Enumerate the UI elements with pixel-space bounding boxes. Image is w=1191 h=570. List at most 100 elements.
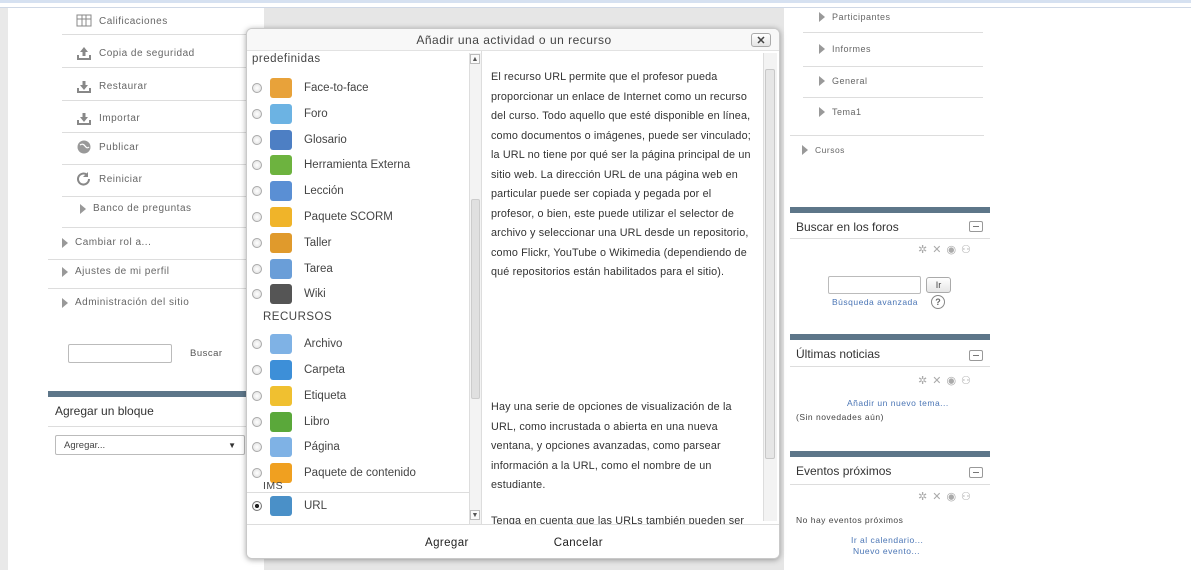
- nav-item-publicar[interactable]: Publicar: [76, 140, 139, 154]
- eye-icon[interactable]: ◉: [946, 244, 961, 256]
- cancel-button[interactable]: Cancelar: [544, 533, 613, 553]
- option-label: Herramienta Externa: [304, 159, 411, 172]
- calendar-link[interactable]: Ir al calendario...: [851, 535, 923, 545]
- activity-option[interactable]: URL: [247, 492, 481, 518]
- radio-button[interactable]: [252, 83, 262, 93]
- radio-button[interactable]: [252, 365, 262, 375]
- nav-item-tema1[interactable]: Tema1: [819, 107, 862, 117]
- radio-button[interactable]: [252, 186, 262, 197]
- activity-option[interactable]: Lección: [247, 178, 481, 204]
- divider: [62, 196, 262, 197]
- wiki-icon: [270, 284, 292, 305]
- advanced-search-link[interactable]: Búsqueda avanzada: [832, 297, 918, 307]
- add-block-select[interactable]: Agregar... ▼: [55, 435, 245, 455]
- radio-button[interactable]: [252, 500, 262, 511]
- grades-icon: [76, 14, 92, 28]
- search-button[interactable]: Buscar: [190, 348, 223, 359]
- help-icon[interactable]: ?: [931, 295, 945, 309]
- activity-option[interactable]: Taller: [247, 230, 481, 256]
- nav-section-administracion[interactable]: Administración del sitio: [62, 297, 189, 308]
- block-actions[interactable]: ✲✕◉⚇: [918, 374, 976, 387]
- activity-option[interactable]: Etiqueta: [247, 383, 481, 409]
- radio-button[interactable]: [252, 160, 262, 171]
- divider: [790, 484, 990, 485]
- collapse-button[interactable]: [969, 350, 983, 361]
- gear-icon[interactable]: ✲: [918, 375, 932, 387]
- nav-label: Participantes: [832, 12, 891, 22]
- delete-icon[interactable]: ✕: [932, 375, 946, 387]
- nav-item-banco-preguntas[interactable]: Banco de preguntas: [80, 203, 192, 214]
- gear-icon[interactable]: ✲: [918, 244, 932, 256]
- divider: [62, 34, 262, 35]
- activity-option[interactable]: Wiki: [247, 281, 481, 307]
- activity-option[interactable]: Herramienta Externa: [247, 152, 481, 178]
- nav-item-general[interactable]: General: [819, 76, 868, 86]
- radio-button[interactable]: [252, 237, 262, 248]
- forum-search-go-button[interactable]: Ir: [926, 277, 951, 293]
- collapse-button[interactable]: [969, 467, 983, 478]
- forum-search-input[interactable]: [828, 276, 921, 294]
- radio-button[interactable]: [252, 442, 262, 453]
- divider: [803, 97, 983, 98]
- activity-option[interactable]: Paquete SCORM: [247, 204, 481, 230]
- expand-icon: [819, 12, 825, 22]
- gear-icon[interactable]: ✲: [918, 491, 932, 503]
- add-button[interactable]: Agregar: [415, 533, 479, 553]
- description-scrollbar-thumb[interactable]: [765, 69, 775, 459]
- activity-option[interactable]: Libro: [247, 409, 481, 435]
- radio-button[interactable]: [252, 416, 262, 427]
- activity-option[interactable]: Página: [247, 434, 481, 460]
- delete-icon[interactable]: ✕: [932, 491, 946, 503]
- nav-label: Copia de seguridad: [99, 47, 195, 59]
- label-icon: [270, 385, 292, 406]
- option-label: Lección: [304, 185, 344, 198]
- nav-item-calificaciones[interactable]: Calificaciones: [76, 14, 168, 28]
- divider: [803, 32, 983, 33]
- activity-option[interactable]: Tarea: [247, 256, 481, 282]
- nav-item-reiniciar[interactable]: Reiniciar: [76, 172, 142, 186]
- face-to-face-icon: [270, 78, 292, 98]
- list-scrollbar-thumb[interactable]: [471, 199, 480, 399]
- assign-roles-icon[interactable]: ⚇: [961, 244, 976, 256]
- assign-roles-icon[interactable]: ⚇: [961, 491, 976, 503]
- eye-icon[interactable]: ◉: [946, 375, 961, 387]
- eye-icon[interactable]: ◉: [946, 491, 961, 503]
- nav-item-restaurar[interactable]: Restaurar: [76, 79, 147, 93]
- activity-option[interactable]: Face-to-face: [247, 75, 481, 101]
- delete-icon[interactable]: ✕: [932, 244, 946, 256]
- url-icon: [270, 495, 292, 516]
- block-actions[interactable]: ✲✕◉⚇: [918, 490, 976, 503]
- new-event-link[interactable]: Nuevo evento...: [853, 546, 920, 556]
- block-actions[interactable]: ✲✕◉⚇: [918, 243, 976, 256]
- nav-item-cursos[interactable]: Cursos: [802, 145, 845, 155]
- activity-option[interactable]: Carpeta: [247, 357, 481, 383]
- nav-section-ajustes-perfil[interactable]: Ajustes de mi perfil: [62, 266, 169, 277]
- activity-list: predefinidas Face-to-face Foro Glosario Her…: [247, 51, 481, 524]
- radio-button[interactable]: [252, 390, 262, 401]
- radio-button[interactable]: [252, 289, 262, 300]
- assign-roles-icon[interactable]: ⚇: [961, 375, 976, 387]
- radio-button[interactable]: [252, 108, 262, 119]
- add-topic-link[interactable]: Añadir un nuevo tema...: [847, 398, 949, 408]
- nav-item-informes[interactable]: Informes: [819, 44, 871, 54]
- activity-option[interactable]: Glosario: [247, 127, 481, 153]
- activity-option[interactable]: Archivo: [247, 331, 481, 357]
- nav-item-copia-seguridad[interactable]: Copia de seguridad: [76, 46, 195, 60]
- radio-button[interactable]: [252, 468, 262, 479]
- search-input[interactable]: [68, 344, 172, 363]
- radio-button[interactable]: [252, 263, 262, 274]
- radio-button[interactable]: [252, 212, 262, 222]
- nav-item-participantes[interactable]: Participantes: [819, 12, 891, 22]
- close-button[interactable]: ✕: [751, 33, 771, 47]
- nav-section-cambiar-rol[interactable]: Cambiar rol a...: [62, 237, 151, 248]
- activity-option[interactable]: Foro: [247, 101, 481, 127]
- collapse-button[interactable]: [969, 221, 983, 232]
- option-label: Carpeta: [304, 364, 345, 376]
- radio-button[interactable]: [252, 339, 262, 350]
- nav-item-importar[interactable]: Importar: [76, 111, 140, 125]
- radio-button[interactable]: [252, 134, 262, 145]
- scroll-up-icon[interactable]: ▲: [470, 54, 480, 64]
- assignment-icon: [270, 258, 292, 279]
- scroll-down-icon[interactable]: ▼: [470, 510, 480, 520]
- workshop-icon: [270, 232, 292, 253]
